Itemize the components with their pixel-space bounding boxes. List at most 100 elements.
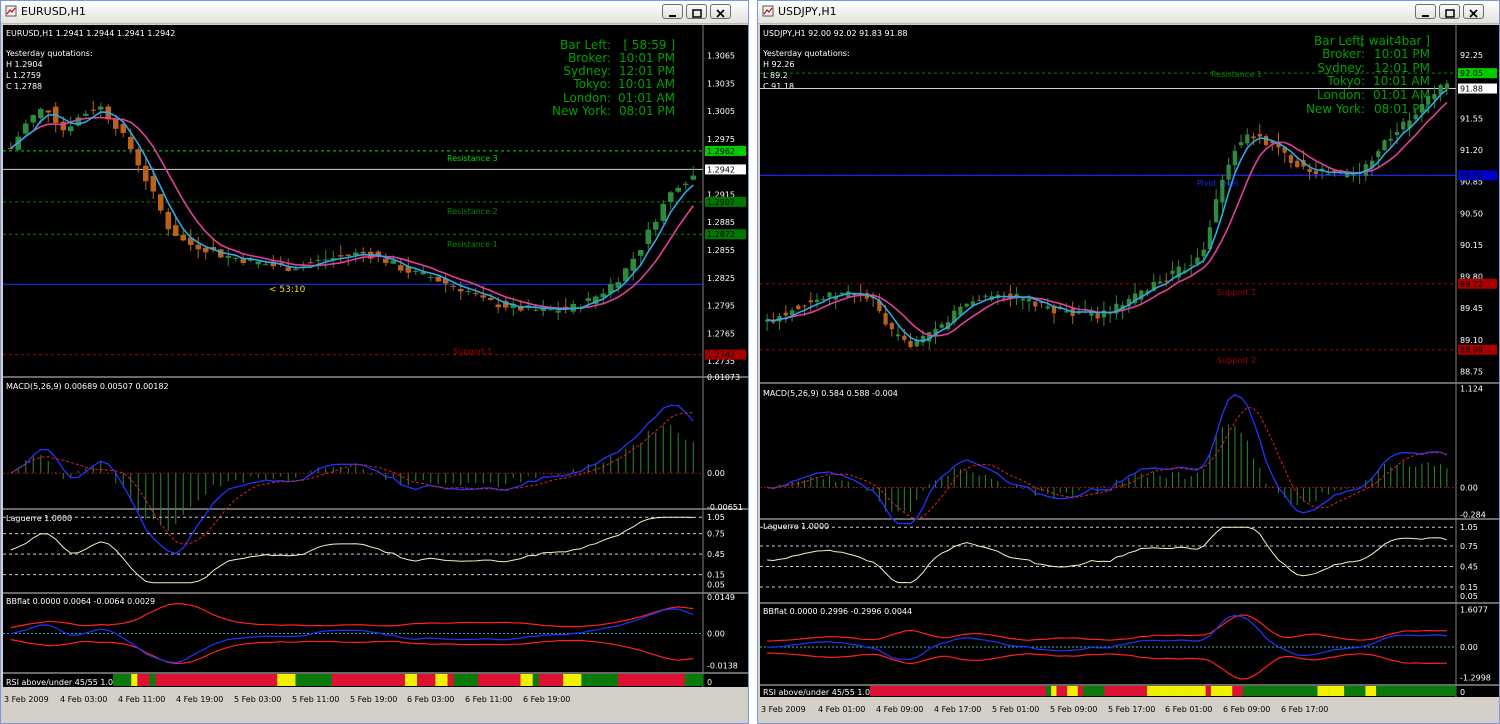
rsi-cell	[204, 674, 211, 686]
candle-body	[814, 299, 820, 302]
rsi-cell	[987, 686, 993, 696]
rsi-cell	[1200, 686, 1206, 696]
candle-body	[90, 109, 96, 111]
rsi-cell	[1424, 686, 1430, 696]
time-tick-label: 4 Feb 19:00	[176, 695, 223, 704]
laguerre-line	[10, 516, 694, 584]
candle-body	[293, 269, 299, 271]
macd-label: MACD(5,26,9) 0.584 0.588 -0.004	[763, 389, 898, 398]
rsi-cell	[484, 674, 491, 686]
rsi-cell	[1194, 686, 1201, 696]
candle-body	[1189, 264, 1194, 266]
candle-body	[660, 203, 666, 221]
candle-body	[653, 221, 659, 230]
candle-body	[413, 270, 419, 272]
macd-tick-label: -0.00651	[707, 503, 743, 512]
candle-body	[808, 300, 813, 303]
rsi-cell	[1040, 686, 1047, 696]
candle-body	[630, 258, 636, 271]
candle-body	[1245, 134, 1250, 144]
rsi-cell	[137, 674, 144, 686]
bbflat-label: BBflat 0.0000 0.0064 -0.0064 0.0029	[6, 597, 155, 606]
candle-body	[465, 291, 471, 293]
rsi-cell	[411, 674, 418, 686]
rsi-cell	[465, 674, 473, 686]
candle-body	[495, 304, 501, 308]
rsi-cell	[1333, 686, 1340, 696]
title-bar[interactable]: USDJPY,H1	[758, 1, 1499, 24]
rsi-cell	[684, 674, 692, 686]
rsi-cell	[1061, 686, 1068, 696]
rsi-cell	[672, 674, 679, 686]
price-tick-label: 89.45	[1460, 304, 1483, 313]
rsi-cell	[1386, 686, 1393, 696]
rsi-cell	[581, 674, 588, 686]
rsi-cell	[1434, 686, 1441, 696]
minimize-button[interactable]	[1415, 4, 1436, 19]
candle-body	[225, 255, 231, 258]
rsi-cell	[441, 674, 448, 686]
price-tick-label: 1.3065	[707, 52, 735, 61]
rsi-cell	[1253, 686, 1260, 696]
chart-svg[interactable]: USDJPY,H1 92.00 92.02 91.83 91.88 Yester…	[760, 25, 1499, 723]
candle-body	[638, 250, 644, 256]
maximize-button[interactable]	[686, 4, 707, 19]
info-value-bar-left: [ 58:59 ]	[623, 38, 675, 52]
candle-body	[1288, 155, 1294, 163]
rsi-cell	[678, 674, 686, 686]
close-button[interactable]	[1463, 4, 1484, 19]
rsi-cell	[1344, 686, 1350, 696]
info-label-sydney: Sydney:	[563, 64, 611, 78]
close-icon	[716, 9, 725, 18]
candle-body	[1214, 199, 1219, 223]
rsi-cell	[252, 674, 260, 686]
rsi-cell	[1408, 686, 1414, 696]
rsi-cell	[955, 686, 961, 696]
info-value-london: 01:01 AM	[618, 91, 675, 105]
rsi-cell	[1099, 686, 1105, 696]
eurusd-window[interactable]: EURUSD,H1 EURUSD,H1 1.2941 1.2944 1.2941…	[0, 0, 749, 724]
rsi-cell	[1088, 686, 1095, 696]
rsi-cell	[1429, 686, 1435, 696]
chart-canvas[interactable]: EURUSD,H1 1.2941 1.2944 1.2941 1.2942 Ye…	[3, 25, 748, 723]
yesterday-high: H 92.26	[763, 60, 794, 69]
yesterday-high: H 1.2904	[6, 60, 43, 69]
laguerre-tick-label: 0.05	[707, 580, 725, 589]
info-label-london: London:	[563, 91, 611, 105]
bbflat-value-line	[767, 614, 1447, 660]
ma-fast-line	[766, 88, 1448, 342]
candle-body	[939, 324, 944, 328]
usdjpy-window[interactable]: USDJPY,H1 USDJPY,H1 92.00 92.02 91.83 91…	[757, 0, 1500, 724]
candle-body	[895, 334, 901, 337]
candle-body	[338, 255, 344, 257]
minimize-button[interactable]	[662, 4, 683, 19]
candle-body	[203, 247, 209, 253]
title-bar[interactable]: EURUSD,H1	[1, 1, 748, 24]
rsi-cell	[283, 674, 290, 686]
chart-svg[interactable]: EURUSD,H1 1.2941 1.2944 1.2941 1.2942 Ye…	[3, 25, 748, 723]
maximize-button[interactable]	[1439, 4, 1460, 19]
candle-body	[1226, 164, 1231, 180]
rsi-cell	[1280, 686, 1286, 696]
rsi-cell	[192, 674, 199, 686]
bbflat-upper-band	[767, 614, 1447, 642]
info-label-bar-left: Bar Left:	[560, 38, 611, 52]
close-button[interactable]	[710, 4, 731, 19]
candle-body	[585, 298, 591, 301]
rsi-cell	[1136, 686, 1142, 696]
candle-body	[1263, 136, 1269, 146]
rsi-cell	[350, 674, 357, 686]
rsi-cell	[593, 674, 600, 686]
restore-icon	[1445, 9, 1455, 18]
candle-body	[398, 265, 404, 271]
time-tick-label: 3 Feb 2009	[4, 695, 49, 704]
candle-body	[1307, 168, 1312, 173]
chart-canvas[interactable]: USDJPY,H1 92.00 92.02 91.83 91.88 Yester…	[760, 25, 1499, 723]
rsi-cell	[1285, 686, 1292, 696]
rsi-cell	[1290, 686, 1297, 696]
time-tick-label: 5 Feb 03:00	[234, 695, 281, 704]
rsi-marker: 0	[707, 678, 712, 687]
rsi-cell	[404, 674, 412, 686]
rsi-cell	[1077, 686, 1084, 696]
rsi-cell	[654, 674, 661, 686]
